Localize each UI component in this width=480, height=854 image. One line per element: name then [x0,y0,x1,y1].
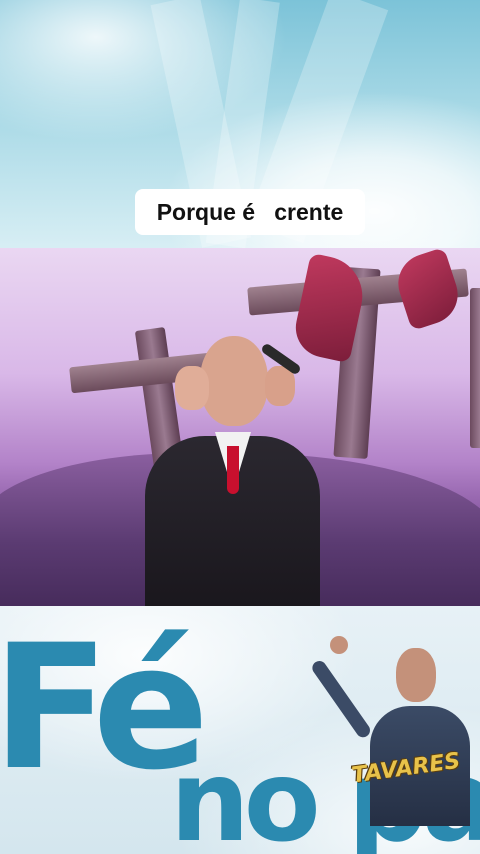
raised-arm [309,658,373,741]
pastor-head [396,648,436,702]
title-banner: Fé no pai TAVARES [0,606,480,854]
raised-hand [175,366,209,410]
singer-head [200,336,268,426]
caption-text: Porque é crente [156,198,344,225]
cross-right [470,288,480,448]
pastor-figure: TAVARES [309,636,480,826]
red-tie [227,446,239,494]
singer [145,336,320,606]
fist [330,636,348,654]
video-frame[interactable] [0,248,480,606]
caption-bubble: Porque é crente [135,189,365,235]
red-cloth [390,248,466,331]
